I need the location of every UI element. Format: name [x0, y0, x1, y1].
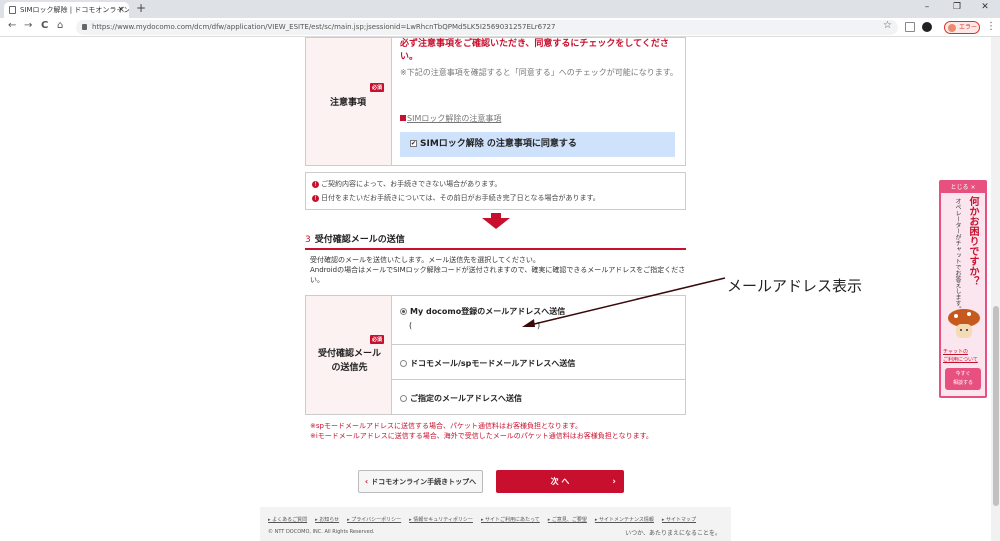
- option-text: ご指定のメールアドレスへ送信: [410, 394, 522, 403]
- radio-unselected[interactable]: [400, 395, 407, 402]
- error-chip-label: エラー: [959, 24, 978, 31]
- forward-icon[interactable]: →: [24, 20, 32, 31]
- back-button-label: ドコモオンライン手続きトップへ: [371, 477, 477, 486]
- chevron-left-icon: ‹: [364, 477, 369, 486]
- footer-link[interactable]: ▸ サイトご利用にあたって: [481, 517, 540, 523]
- annotation-text: メールアドレス表示: [727, 277, 863, 295]
- section-header: 3 受付確認メールの送信: [305, 232, 686, 250]
- notice-label-cell: 必須 注意事項: [305, 37, 392, 166]
- browser-menu-icon[interactable]: ⋮: [986, 21, 996, 32]
- warnings-box: ! ご契約内容によって、お手続きできない場合があります。 ! 日付をまたいだお手続き…: [305, 172, 686, 210]
- cta-line2: 相談する: [952, 380, 973, 386]
- footer-tagline: いつか、あたりまえになることを。: [625, 530, 721, 537]
- mail-label-line1: 受付確認メール: [317, 349, 381, 359]
- mail-label-line2: の送信先: [331, 363, 368, 373]
- required-badge: 必須: [370, 83, 385, 92]
- reload-icon[interactable]: C: [41, 20, 48, 31]
- back-to-top-button[interactable]: ‹ ドコモオンライン手続きトップへ: [358, 470, 483, 493]
- chat-title: 何かお困りですか？: [967, 196, 978, 286]
- maximize-button[interactable]: ❐: [942, 2, 972, 12]
- window-close-button[interactable]: ✕: [970, 2, 1000, 12]
- down-arrow-icon: [482, 213, 510, 229]
- tab-strip: SIMロック解除 | ドコモオンライン手続 × + – ❐ ✕: [0, 0, 1000, 18]
- close-panel-button[interactable]: とじる ×: [941, 182, 985, 193]
- extension-dark-icon[interactable]: [922, 22, 932, 32]
- warning-item: ! 日付をまたいだお手続きについては、その前日がお手続き完了日となる場合があります…: [312, 191, 679, 205]
- new-tab-button[interactable]: +: [136, 1, 146, 15]
- required-badge: 必須: [370, 335, 385, 344]
- next-button[interactable]: 次 へ ›: [496, 470, 624, 493]
- back-icon[interactable]: ←: [8, 20, 16, 31]
- warning-text: ご契約内容によって、お手続きできない場合があります。: [321, 180, 502, 188]
- extension-icon[interactable]: [905, 22, 915, 32]
- footer-links: ▸ よくあるご質問 ▸ お知らせ ▸ プライバシーポリシー ▸ 情報セキュリティポリシ…: [268, 516, 704, 523]
- notice-content-cell: 必ず注意事項をご確認いただき、同意するにチェックをしてください。 ※下記の注意事…: [391, 37, 686, 166]
- browser-toolbar: ← → C ⌂ https://www.mydocomo.com/dcm/dfw…: [0, 18, 1000, 37]
- address-bar[interactable]: https://www.mydocomo.com/dcm/dfw/applica…: [76, 20, 898, 35]
- tab-title: SIMロック解除 | ドコモオンライン手続: [20, 6, 129, 14]
- footer-link[interactable]: ▸ 情報セキュリティポリシー: [409, 517, 473, 523]
- browser-tab[interactable]: SIMロック解除 | ドコモオンライン手続 ×: [4, 2, 129, 18]
- option-text: ドコモメール/spモードメールアドレスへ送信: [410, 359, 576, 368]
- address-paren-open: (: [409, 321, 413, 330]
- scrollbar-thumb[interactable]: [993, 306, 999, 506]
- close-tab-icon[interactable]: ×: [117, 2, 125, 18]
- radio-option-label: ドコモメール/spモードメールアドレスへ送信: [400, 358, 575, 369]
- radio-option-label: ご指定のメールアドレスへ送信: [400, 393, 522, 404]
- lock-icon: [82, 24, 87, 30]
- chevron-right-icon: ›: [612, 476, 616, 487]
- start-chat-button[interactable]: 今すぐ 相談する: [945, 368, 981, 390]
- notice-link-text: SIMロック解除の注意事項: [407, 114, 502, 123]
- cta-line1: 今すぐ: [955, 371, 971, 377]
- chat-link-line2: ご利用について: [943, 357, 978, 363]
- section-title: 受付確認メールの送信: [314, 235, 405, 245]
- footer-link[interactable]: ▸ ご意見、ご要望: [548, 517, 587, 523]
- radio-unselected[interactable]: [400, 360, 407, 367]
- notice-hint: ※下記の注意事項を確認すると「同意する」へのチェックが可能になります。: [400, 68, 678, 77]
- bookmark-star-icon[interactable]: ☆: [883, 20, 892, 31]
- mascot-icon: [948, 309, 980, 338]
- warning-item: ! ご契約内容によって、お手続きできない場合があります。: [312, 177, 679, 191]
- chat-link-line1: チャットの: [943, 349, 968, 355]
- chat-subtitle: オペレーターがチャットでお答えします。: [954, 198, 961, 312]
- minimize-button[interactable]: –: [912, 2, 942, 12]
- option-docomo-mail[interactable]: ドコモメール/spモードメールアドレスへ送信: [391, 344, 686, 380]
- profile-error-chip[interactable]: エラー: [944, 21, 980, 34]
- mail-label: 受付確認メール の送信先: [306, 347, 393, 375]
- home-icon[interactable]: ⌂: [57, 20, 63, 31]
- agree-label: SIMロック解除 の注意事項に同意する: [420, 139, 577, 149]
- warning-text: 日付をまたいだお手続きについては、その前日がお手続き完了日となる場合があります。: [321, 194, 600, 202]
- section-desc-1: 受付確認のメールを送信いたします。メール送信先を選択してください。: [310, 256, 540, 264]
- footer-link[interactable]: ▸ サイトメンテナンス情報: [595, 517, 654, 523]
- notice-label: 注意事項: [330, 98, 367, 108]
- radio-selected[interactable]: [400, 308, 407, 315]
- footer: ▸ よくあるご質問 ▸ お知らせ ▸ プライバシーポリシー ▸ 情報セキュリティポリシ…: [260, 507, 731, 541]
- chat-side-panel: とじる × 何かお困りですか？ オペレーターがチャットでお答えします。 チャット…: [939, 180, 987, 398]
- section-number: 3: [305, 235, 311, 245]
- option-specified-mail[interactable]: ご指定のメールアドレスへ送信: [391, 379, 686, 415]
- alert-icon: !: [312, 194, 319, 202]
- mail-label-cell: 必須 受付確認メール の送信先: [305, 295, 392, 415]
- alert-icon: !: [312, 180, 319, 188]
- agree-checkbox-row[interactable]: ✔ SIMロック解除 の注意事項に同意する: [400, 132, 675, 157]
- notice-link[interactable]: SIMロック解除の注意事項: [400, 113, 501, 124]
- mail-note-1: ※spモードメールアドレスに送信する場合、パケット通信料はお客様負担となります。: [310, 422, 583, 430]
- copyright: © NTT DOCOMO, INC. All Rights Reserved.: [268, 529, 375, 535]
- notice-bold-line: 必ず注意事項をご確認いただき、同意するにチェックをしてください。: [400, 39, 669, 62]
- next-button-label: 次 へ: [550, 477, 570, 486]
- annotation-arrow: [522, 277, 726, 327]
- external-link-icon: [400, 115, 406, 121]
- footer-link[interactable]: ▸ サイトマップ: [662, 517, 696, 523]
- footer-link[interactable]: ▸ お知らせ: [315, 517, 339, 523]
- footer-link[interactable]: ▸ プライバシーポリシー: [347, 517, 401, 523]
- avatar-icon: [948, 24, 956, 32]
- mail-note-2: ※iモードメールアドレスに送信する場合、海外で受信したメールのパケット通信料はお…: [310, 432, 653, 440]
- footer-link[interactable]: ▸ よくあるご質問: [268, 517, 307, 523]
- mail-notes: ※spモードメールアドレスに送信する場合、パケット通信料はお客様負担となります。…: [310, 421, 688, 441]
- page-content: 必須 注意事項 必ず注意事項をご確認いただき、同意するにチェックをしてください。…: [0, 37, 991, 541]
- chat-usage-link[interactable]: チャットの ご利用について: [943, 348, 978, 364]
- url-text: https://www.mydocomo.com/dcm/dfw/applica…: [92, 23, 556, 31]
- checkbox-checked-icon[interactable]: ✔: [410, 140, 417, 147]
- page-icon: [9, 6, 16, 14]
